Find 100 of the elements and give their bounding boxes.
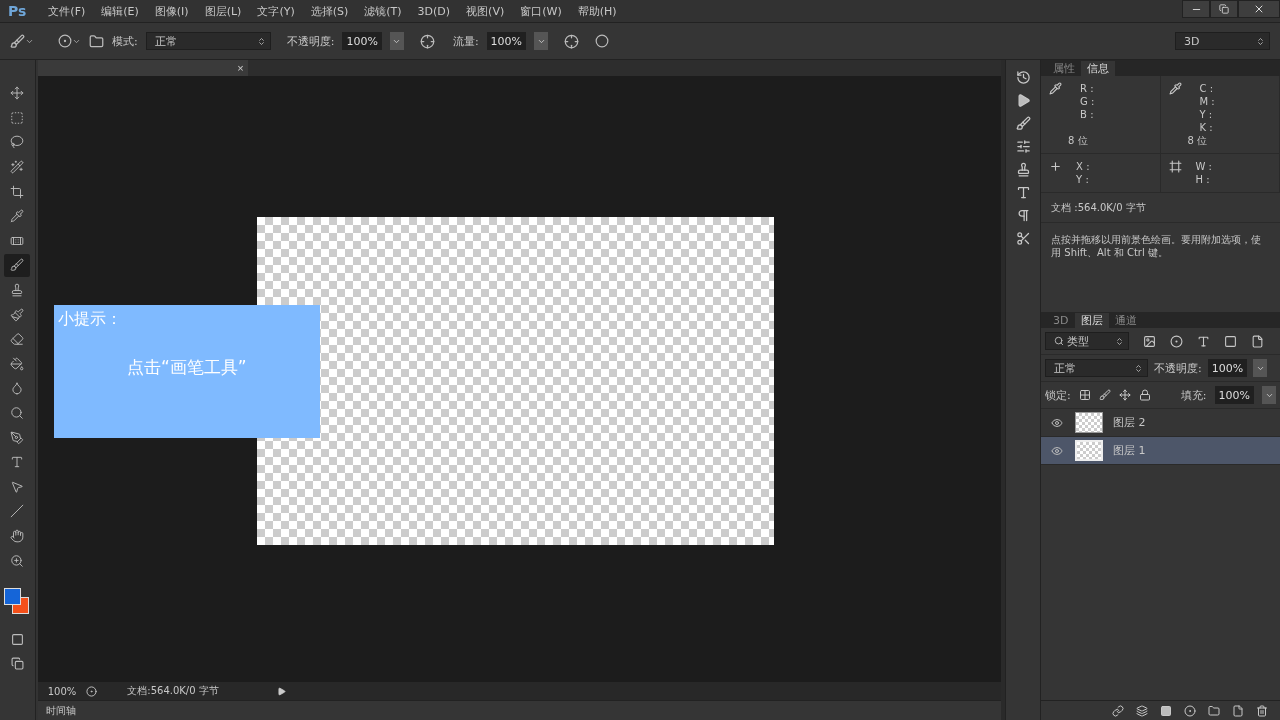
- opacity-label: 不透明度:: [286, 33, 335, 49]
- mode-select[interactable]: 正常: [145, 32, 271, 50]
- hint-text: 点击“画笔工具”: [126, 356, 247, 379]
- paint-bucket-icon: [10, 356, 25, 371]
- panel-tab[interactable]: 通道: [1108, 313, 1143, 328]
- smart-filter-icon[interactable]: [1251, 334, 1265, 348]
- menu-item[interactable]: 帮助(H): [577, 3, 617, 19]
- close-icon: [1253, 3, 1265, 15]
- new-layer-icon[interactable]: [1232, 704, 1244, 717]
- lock-pixels-icon[interactable]: [1078, 389, 1091, 401]
- search-icon: [1054, 336, 1065, 346]
- layer-name: 图层 2: [1113, 415, 1146, 430]
- mask-icon[interactable]: [1160, 704, 1172, 717]
- menu-item[interactable]: 选择(S): [310, 3, 349, 19]
- paragraph-icon[interactable]: [1015, 208, 1031, 223]
- channel-label: B :: [1080, 108, 1094, 121]
- line-icon: [10, 504, 25, 519]
- brush-tool-button[interactable]: [10, 33, 34, 49]
- brush-tip-icon: [58, 34, 72, 48]
- channel-label: M :: [1199, 95, 1215, 108]
- crop-icon: [10, 184, 25, 199]
- layer-row[interactable]: 图层 1: [1041, 437, 1280, 465]
- tool-button[interactable]: [4, 254, 31, 277]
- droplet-icon: [10, 381, 25, 396]
- opacity-field[interactable]: 100%: [1207, 359, 1248, 377]
- tool-tip-text: 点按并拖移以用前景色绘画。要用附加选项，使用 Shift、Alt 和 Ctrl 键。: [1050, 233, 1263, 260]
- square-icon: [10, 632, 24, 646]
- circle-icon: [595, 34, 610, 48]
- menu-item[interactable]: 文件(F): [48, 3, 86, 19]
- pen-icon: [10, 430, 25, 445]
- fill-field[interactable]: 100%: [1214, 386, 1254, 404]
- shape-filter-icon[interactable]: [1224, 334, 1238, 348]
- adjustment-icon[interactable]: [1184, 704, 1196, 717]
- opacity-field[interactable]: 100%: [342, 32, 382, 50]
- menu-item[interactable]: 视图(V): [466, 3, 505, 19]
- flow-field[interactable]: 100%: [486, 32, 527, 50]
- character-icon[interactable]: [1015, 185, 1031, 200]
- lock-paint-icon[interactable]: [1098, 389, 1111, 401]
- updown-caret-icon: [1134, 363, 1144, 373]
- updown-caret-icon: [256, 36, 266, 46]
- type-filter-icon[interactable]: [1197, 334, 1211, 348]
- layer-thumbnail: [1075, 412, 1104, 433]
- foreground-swatch[interactable]: [4, 587, 22, 605]
- trash-icon[interactable]: [1256, 704, 1268, 717]
- type-icon: [10, 455, 25, 470]
- blend-mode-select[interactable]: 正常: [1045, 359, 1149, 377]
- menu-item[interactable]: 窗口(W): [520, 3, 562, 19]
- menu-item[interactable]: 文字(Y): [257, 3, 295, 19]
- layer-name: 图层 1: [1113, 443, 1146, 458]
- stamp-icon: [10, 283, 25, 298]
- play-icon[interactable]: [1015, 93, 1031, 108]
- size-label: H :: [1195, 173, 1210, 186]
- menu-item[interactable]: 图像(I): [154, 3, 189, 19]
- tab-close-button[interactable]: ×: [237, 62, 244, 74]
- channel-label: G :: [1080, 95, 1095, 108]
- move-icon: [10, 86, 25, 101]
- panel-tab[interactable]: 3D: [1047, 313, 1075, 328]
- play-icon[interactable]: [277, 686, 287, 696]
- lasso-icon: [10, 135, 25, 150]
- sliders-icon[interactable]: [1015, 139, 1031, 154]
- tools-icon[interactable]: [1015, 231, 1031, 246]
- menu-item[interactable]: 滤镜(T): [364, 3, 402, 19]
- filter-value: 类型: [1067, 333, 1090, 349]
- history-icon[interactable]: [1015, 70, 1031, 85]
- brushes-icon[interactable]: [1015, 116, 1031, 131]
- panel-tab[interactable]: 属性: [1047, 61, 1082, 76]
- panel-tab[interactable]: 信息: [1081, 61, 1116, 76]
- restore-button[interactable]: [1210, 0, 1238, 18]
- panel-tab[interactable]: 图层: [1074, 313, 1109, 328]
- lock-icon[interactable]: [1138, 389, 1151, 401]
- airbrush-button[interactable]: [564, 33, 580, 49]
- adjustment-filter-icon[interactable]: [1170, 334, 1184, 348]
- image-filter-icon[interactable]: [1143, 334, 1157, 348]
- lock-position-icon[interactable]: [1118, 389, 1131, 401]
- channel-label: C :: [1199, 82, 1214, 95]
- eye-icon: [1051, 416, 1064, 429]
- hand-icon: [10, 529, 25, 543]
- brush-icon: [10, 33, 25, 49]
- brush-preset-button[interactable]: [58, 34, 81, 48]
- channel-label: R :: [1080, 82, 1094, 95]
- menu-item[interactable]: 图层(L): [204, 3, 242, 19]
- updown-caret-icon: [1256, 36, 1265, 46]
- airbrush-button[interactable]: [419, 33, 435, 49]
- link-icon[interactable]: [1112, 704, 1124, 717]
- stamp-icon[interactable]: [1015, 162, 1031, 177]
- document-size: 文档 :564.0K/0 字节: [1041, 193, 1280, 223]
- timeline-tab[interactable]: 时间轴: [45, 703, 76, 718]
- workspace-select[interactable]: 3D: [1175, 32, 1270, 50]
- menu-item[interactable]: 编辑(E): [101, 3, 139, 19]
- filter-select[interactable]: 类型: [1045, 332, 1130, 350]
- eyedropper-icon: [10, 209, 25, 224]
- paintbrush-icon: [10, 307, 25, 322]
- folder-icon[interactable]: [1208, 704, 1220, 717]
- pressure-button[interactable]: [595, 34, 610, 48]
- eye-icon: [1051, 444, 1064, 457]
- menu-item[interactable]: 3D(D): [417, 4, 451, 18]
- fill-label: 填充:: [1180, 387, 1207, 403]
- folder-button[interactable]: [89, 33, 104, 49]
- updown-caret-icon: [1115, 336, 1125, 346]
- restore-icon: [1219, 4, 1229, 14]
